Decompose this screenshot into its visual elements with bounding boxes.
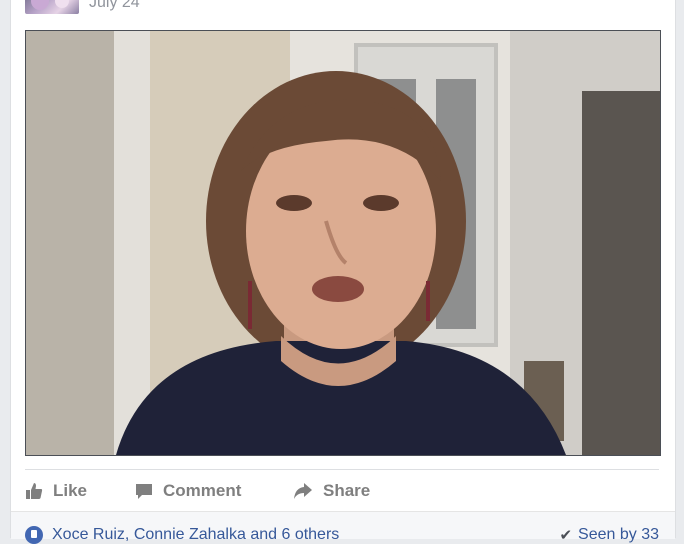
- post-timestamp[interactable]: July 24: [89, 0, 140, 12]
- checkmark-icon: ✔: [559, 527, 573, 544]
- share-label: Share: [323, 481, 371, 500]
- post-card: July 24 Like Comment Share Xoce Ruiz, Co…: [10, 0, 676, 544]
- like-button[interactable]: Like: [25, 478, 87, 504]
- likers-summary[interactable]: Xoce Ruiz, Connie Zahalka and 6 others: [25, 526, 339, 544]
- video-player[interactable]: [25, 30, 661, 456]
- video-frame: [26, 31, 660, 455]
- share-button[interactable]: Share: [293, 478, 370, 504]
- like-label: Like: [53, 481, 88, 500]
- seen-by[interactable]: ✔ Seen by 33: [559, 526, 659, 544]
- share-arrow-icon: [294, 483, 312, 499]
- reactions-footer: Xoce Ruiz, Connie Zahalka and 6 others ✔…: [11, 511, 675, 544]
- likers-text[interactable]: Xoce Ruiz, Connie Zahalka and 6 others: [52, 526, 339, 544]
- author-avatar[interactable]: [25, 0, 79, 14]
- actions-divider: [25, 469, 659, 470]
- post-actions: Like Comment Share: [25, 478, 659, 504]
- comment-button[interactable]: Comment: [135, 478, 241, 504]
- thumbs-up-icon: [26, 483, 43, 499]
- speech-bubble-icon: [136, 484, 152, 499]
- comment-label: Comment: [163, 481, 242, 500]
- seen-by-text[interactable]: Seen by 33: [578, 526, 659, 544]
- like-reaction-icon: [25, 526, 43, 544]
